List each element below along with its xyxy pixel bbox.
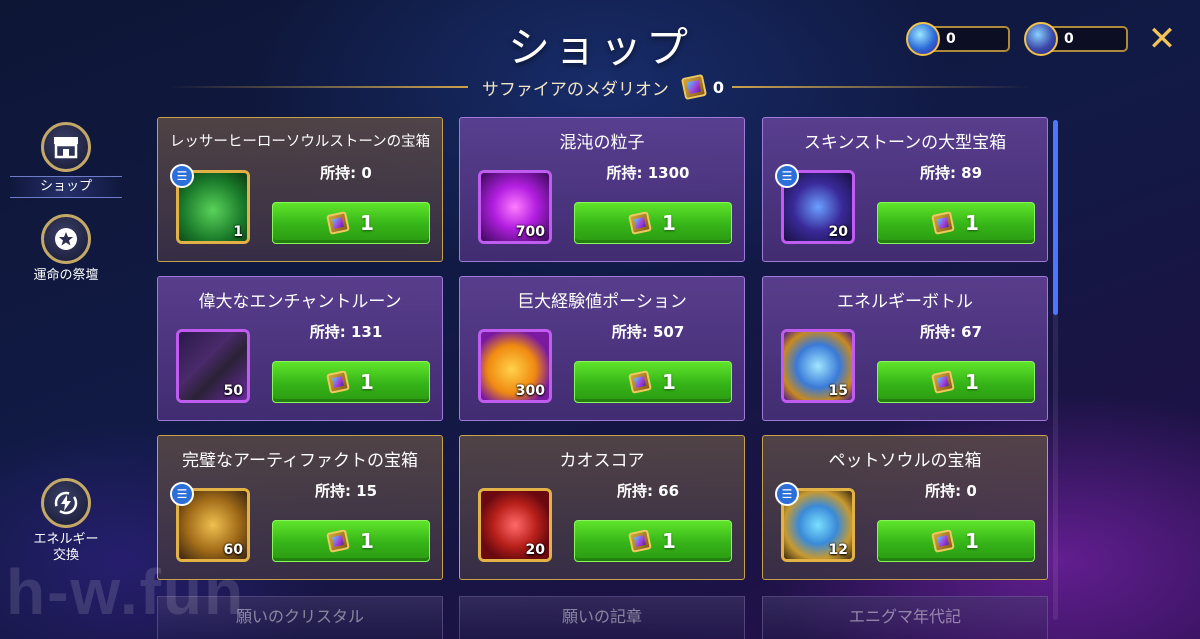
price-value: 1 bbox=[965, 370, 979, 394]
shop-icon bbox=[41, 122, 91, 172]
sapphire-medallion-icon bbox=[326, 370, 350, 394]
buy-button[interactable]: 1 bbox=[877, 520, 1035, 562]
price-value: 1 bbox=[662, 529, 676, 553]
shop-item-card[interactable]: ペットソウルの宝箱所持: 0 ☰ 12 1 bbox=[762, 435, 1048, 580]
item-owned: 所持: 15 bbox=[314, 482, 378, 500]
buy-button[interactable]: 1 bbox=[877, 361, 1035, 403]
item-owned: 所持: 507 bbox=[611, 323, 685, 341]
list-icon[interactable]: ☰ bbox=[170, 164, 194, 188]
buy-button[interactable]: 1 bbox=[574, 361, 732, 403]
item-owned: 所持: 0 bbox=[925, 482, 977, 500]
price-value: 1 bbox=[360, 211, 374, 235]
nav-fate-altar-label: 運命の祭壇 bbox=[33, 268, 99, 283]
price-value: 1 bbox=[360, 370, 374, 394]
sapphire-medallion-icon bbox=[680, 73, 707, 101]
item-owned: 所持: 0 bbox=[320, 164, 372, 182]
item-title: エネルギーボトル bbox=[837, 292, 973, 312]
xp-potion-icon[interactable]: 300 bbox=[478, 329, 552, 403]
nav-shop-label: ショップ bbox=[10, 176, 122, 198]
list-icon[interactable]: ☰ bbox=[170, 482, 194, 506]
currency-subtitle: サファイアのメダリオン 0 bbox=[0, 72, 1200, 102]
item-owned: 所持: 66 bbox=[616, 482, 680, 500]
enchant-rune-icon[interactable]: 50 bbox=[176, 329, 250, 403]
shop-item-card[interactable]: カオスコア所持: 66 20 1 bbox=[459, 435, 745, 580]
buy-button[interactable]: 1 bbox=[272, 202, 430, 244]
item-quantity: 300 bbox=[515, 383, 545, 399]
buy-button[interactable]: 1 bbox=[272, 520, 430, 562]
chaos-core-icon[interactable]: 20 bbox=[478, 488, 552, 562]
item-title: カオスコア bbox=[559, 451, 645, 471]
shop-item-card[interactable]: 混沌の粒子所持: 1300 700 1 bbox=[459, 117, 745, 262]
subtitle-label: サファイアのメダリオン bbox=[481, 79, 669, 100]
price-value: 1 bbox=[662, 211, 676, 235]
shop-item-card[interactable]: エネルギーボトル所持: 67 15 1 bbox=[762, 276, 1048, 421]
item-title: ペットソウルの宝箱 bbox=[828, 451, 982, 471]
energy-bottle-icon[interactable]: 15 bbox=[781, 329, 855, 403]
gem-currency[interactable]: 0 bbox=[906, 22, 1010, 56]
item-title: レッサーヒーローソウルストーンの宝箱 bbox=[169, 134, 431, 150]
divider-right bbox=[732, 86, 1033, 88]
item-quantity: 12 bbox=[828, 542, 848, 558]
star-emblem-icon bbox=[1024, 22, 1058, 56]
close-button[interactable]: ✕ bbox=[1145, 22, 1179, 56]
item-quantity: 15 bbox=[828, 383, 848, 399]
page-title: ショップ bbox=[507, 23, 692, 72]
item-quantity: 20 bbox=[525, 542, 545, 558]
price-value: 1 bbox=[965, 211, 979, 235]
gem-count: 0 bbox=[946, 31, 956, 47]
nav-shop[interactable]: ショップ bbox=[10, 122, 122, 198]
sapphire-medallion-icon bbox=[326, 529, 350, 553]
sapphire-medallion-icon bbox=[628, 370, 652, 394]
buy-button[interactable]: 1 bbox=[877, 202, 1035, 244]
partial-card[interactable]: エニグマ年代記 bbox=[762, 596, 1048, 639]
buy-button[interactable]: 1 bbox=[272, 361, 430, 403]
item-title: 巨大経験値ポーション bbox=[517, 292, 687, 312]
star-badge-icon bbox=[41, 214, 91, 264]
item-title: 偉大なエンチャントルーン bbox=[198, 292, 402, 312]
item-quantity: 50 bbox=[223, 383, 243, 399]
nav-fate-altar[interactable]: 運命の祭壇 bbox=[10, 214, 122, 284]
item-owned: 所持: 67 bbox=[919, 323, 983, 341]
item-owned: 所持: 1300 bbox=[606, 164, 690, 182]
item-owned: 所持: 131 bbox=[309, 323, 383, 341]
gem-icon bbox=[906, 22, 940, 56]
list-icon[interactable]: ☰ bbox=[775, 164, 799, 188]
shop-item-card[interactable]: 偉大なエンチャントルーン所持: 131 50 1 bbox=[157, 276, 443, 421]
buy-button[interactable]: 1 bbox=[574, 520, 732, 562]
sapphire-medallion-icon bbox=[931, 211, 955, 235]
list-icon[interactable]: ☰ bbox=[775, 482, 799, 506]
buy-button[interactable]: 1 bbox=[574, 202, 732, 244]
partial-card[interactable]: 願いの記章 bbox=[459, 596, 745, 639]
price-value: 1 bbox=[662, 370, 676, 394]
price-value: 1 bbox=[360, 529, 374, 553]
medallion-count: 0 bbox=[712, 77, 725, 97]
watermark: h-w.fun bbox=[6, 556, 246, 628]
item-title: 混沌の粒子 bbox=[559, 133, 645, 153]
price-value: 1 bbox=[965, 529, 979, 553]
item-owned: 所持: 89 bbox=[919, 164, 983, 182]
item-title: 完璧なアーティファクトの宝箱 bbox=[182, 451, 418, 471]
item-quantity: 700 bbox=[515, 224, 545, 240]
emblem-count: 0 bbox=[1064, 31, 1074, 47]
item-quantity: 1 bbox=[233, 224, 243, 240]
chaos-particle-icon[interactable]: 700 bbox=[478, 170, 552, 244]
emblem-currency[interactable]: 0 bbox=[1024, 22, 1128, 56]
item-quantity: 20 bbox=[828, 224, 848, 240]
shop-item-card[interactable]: スキンストーンの大型宝箱所持: 89 ☰ 20 1 bbox=[762, 117, 1048, 262]
shop-item-card[interactable]: 巨大経験値ポーション所持: 507 300 1 bbox=[459, 276, 745, 421]
sapphire-medallion-icon bbox=[326, 211, 350, 235]
item-title: スキンストーンの大型宝箱 bbox=[803, 133, 1007, 153]
divider-left bbox=[167, 86, 468, 88]
scrollbar-thumb[interactable] bbox=[1053, 120, 1058, 315]
sapphire-medallion-icon bbox=[931, 529, 955, 553]
sapphire-medallion-icon bbox=[628, 211, 652, 235]
nav-energy-exchange[interactable]: エネルギー 交換 bbox=[10, 478, 122, 564]
sapphire-medallion-icon bbox=[931, 370, 955, 394]
sapphire-medallion-icon bbox=[628, 529, 652, 553]
shop-item-card[interactable]: レッサーヒーローソウルストーンの宝箱所持: 0 ☰ 1 1 bbox=[157, 117, 443, 262]
energy-exchange-icon bbox=[41, 478, 91, 528]
